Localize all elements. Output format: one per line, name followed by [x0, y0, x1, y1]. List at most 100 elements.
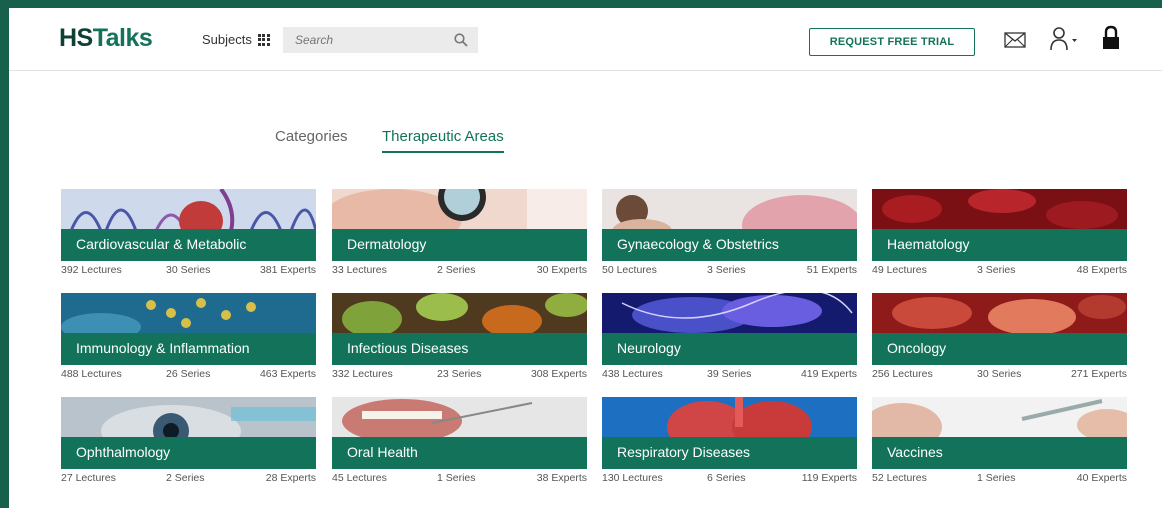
card-stats: 438 Lectures 39 Series 419 Experts [602, 368, 857, 380]
card-title: Vaccines [887, 444, 943, 460]
expert-count: 51 Experts [806, 264, 857, 276]
series-count: 39 Series [707, 368, 752, 380]
card-gynaecology-obstetrics[interactable]: Gynaecology & Obstetrics 50 Lectures 3 Se… [602, 189, 857, 283]
card-image [602, 397, 857, 439]
search-box [283, 27, 478, 53]
hstalks-logo[interactable]: HSTalks [59, 24, 153, 53]
card-stats: 45 Lectures 1 Series 38 Experts [332, 472, 587, 484]
card-title: Immunology & Inflammation [76, 340, 250, 356]
card-vaccines[interactable]: Vaccines 52 Lectures 1 Series 40 Experts [872, 397, 1127, 491]
card-title: Haematology [887, 236, 970, 252]
card-image [61, 189, 316, 231]
card-stats: 392 Lectures 30 Series 381 Experts [61, 264, 316, 276]
lecture-count: 392 Lectures [61, 264, 122, 276]
card-respiratory-diseases[interactable]: Respiratory Diseases 130 Lectures 6 Serie… [602, 397, 857, 491]
request-free-trial-button[interactable]: REQUEST FREE TRIAL [809, 28, 975, 56]
card-title: Oncology [887, 340, 947, 356]
series-count: 23 Series [437, 368, 482, 380]
card-stats: 27 Lectures 2 Series 28 Experts [61, 472, 316, 484]
card-title-band: Respiratory Diseases [602, 437, 857, 469]
card-dermatology[interactable]: Dermatology 33 Lectures 2 Series 30 Expert… [332, 189, 587, 283]
mail-icon[interactable] [1004, 32, 1026, 48]
series-count: 30 Series [977, 368, 1022, 380]
lecture-count: 488 Lectures [61, 368, 122, 380]
chevron-down-icon [1072, 39, 1077, 42]
area-tabs: Categories Therapeutic Areas [0, 128, 1162, 158]
card-title-band: Ophthalmology [61, 437, 316, 469]
series-count: 2 Series [437, 264, 476, 276]
expert-count: 48 Experts [1076, 264, 1127, 276]
subjects-label: Subjects [202, 32, 252, 47]
card-cardiovascular-metabolic[interactable]: Cardiovascular & Metabolic 392 Lectures 3… [61, 189, 316, 283]
card-neurology[interactable]: Neurology 438 Lectures 39 Series 419 Exper… [602, 293, 857, 387]
card-image [332, 189, 587, 231]
card-image [332, 293, 587, 335]
card-infectious-diseases[interactable]: Infectious Diseases 332 Lectures 23 Serie… [332, 293, 587, 387]
tab-therapeutic-areas[interactable]: Therapeutic Areas [382, 128, 504, 153]
card-immunology-inflammation[interactable]: Immunology & Inflammation 488 Lectures 26… [61, 293, 316, 387]
card-ophthalmology[interactable]: Ophthalmology 27 Lectures 2 Series 28 Expe… [61, 397, 316, 491]
series-count: 26 Series [166, 368, 211, 380]
card-title-band: Cardiovascular & Metabolic [61, 229, 316, 261]
card-stats: 332 Lectures 23 Series 308 Experts [332, 368, 587, 380]
search-input[interactable] [283, 27, 455, 53]
series-count: 30 Series [166, 264, 211, 276]
card-title-band: Oncology [872, 333, 1127, 365]
expert-count: 119 Experts [801, 472, 857, 484]
card-image [332, 397, 587, 439]
card-oral-health[interactable]: Oral Health 45 Lectures 1 Series 38 Expert… [332, 397, 587, 491]
card-stats: 50 Lectures 3 Series 51 Experts [602, 264, 857, 276]
card-image [872, 293, 1127, 335]
lecture-count: 27 Lectures [61, 472, 116, 484]
expert-count: 38 Experts [536, 472, 587, 484]
series-count: 1 Series [977, 472, 1016, 484]
expert-count: 271 Experts [1070, 368, 1127, 380]
window-frame-left [0, 0, 9, 508]
card-title: Ophthalmology [76, 444, 171, 460]
series-count: 3 Series [977, 264, 1016, 276]
series-count: 2 Series [166, 472, 205, 484]
card-haematology[interactable]: Haematology 49 Lectures 3 Series 48 Expert… [872, 189, 1127, 283]
window-frame-top [0, 0, 1162, 8]
card-title-band: Gynaecology & Obstetrics [602, 229, 857, 261]
series-count: 6 Series [707, 472, 746, 484]
series-count: 3 Series [707, 264, 746, 276]
lecture-count: 49 Lectures [872, 264, 927, 276]
card-image [872, 397, 1127, 439]
card-stats: 52 Lectures 1 Series 40 Experts [872, 472, 1127, 484]
card-image [602, 189, 857, 231]
search-icon[interactable] [454, 33, 468, 47]
site-header: HSTalks Subjects REQUEST FREE TRIAL [9, 8, 1162, 71]
card-image [61, 397, 316, 439]
lock-icon[interactable] [1102, 25, 1120, 51]
expert-count: 30 Experts [536, 264, 587, 276]
lecture-count: 45 Lectures [332, 472, 387, 484]
card-image [872, 189, 1127, 231]
lecture-count: 438 Lectures [602, 368, 663, 380]
lecture-count: 256 Lectures [872, 368, 933, 380]
card-stats: 130 Lectures 6 Series 119 Experts [602, 472, 857, 484]
expert-count: 463 Experts [259, 368, 316, 380]
lecture-count: 130 Lectures [602, 472, 663, 484]
card-title: Oral Health [347, 444, 418, 460]
card-title-band: Dermatology [332, 229, 587, 261]
expert-count: 40 Experts [1076, 472, 1127, 484]
card-stats: 33 Lectures 2 Series 30 Experts [332, 264, 587, 276]
card-title: Gynaecology & Obstetrics [617, 236, 779, 252]
card-title: Infectious Diseases [347, 340, 469, 356]
card-title: Respiratory Diseases [617, 444, 751, 460]
lecture-count: 52 Lectures [872, 472, 927, 484]
card-title: Neurology [617, 340, 681, 356]
lecture-count: 33 Lectures [332, 264, 387, 276]
card-stats: 256 Lectures 30 Series 271 Experts [872, 368, 1127, 380]
card-oncology[interactable]: Oncology 256 Lectures 30 Series 271 Expert… [872, 293, 1127, 387]
subjects-menu-button[interactable]: Subjects [202, 32, 270, 47]
card-title: Cardiovascular & Metabolic [76, 236, 247, 252]
user-icon[interactable] [1050, 26, 1078, 52]
card-stats: 49 Lectures 3 Series 48 Experts [872, 264, 1127, 276]
card-title-band: Vaccines [872, 437, 1127, 469]
card-title: Dermatology [347, 236, 427, 252]
tab-categories[interactable]: Categories [275, 128, 348, 151]
card-title-band: Immunology & Inflammation [61, 333, 316, 365]
expert-count: 308 Experts [530, 368, 587, 380]
